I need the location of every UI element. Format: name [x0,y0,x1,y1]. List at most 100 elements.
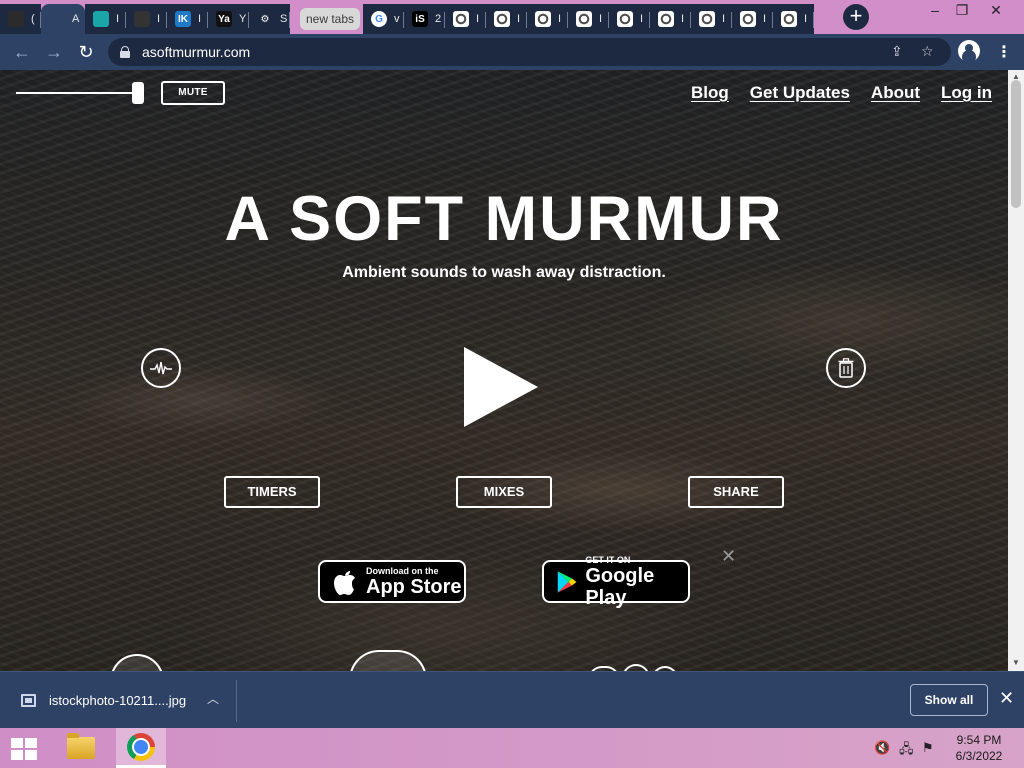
waveform-icon [150,361,172,375]
download-filename[interactable]: istockphoto-10211....jpg [49,693,186,708]
address-bar[interactable]: asoftmurmur.com ⇪ ☆ [108,38,951,66]
tab-6[interactable]: ⚙ S [249,4,290,34]
site-nav: Blog Get Updates About Log in [691,83,992,103]
tab-group-chip[interactable]: new tabs [300,8,361,30]
reload-button[interactable]: ↻ [70,36,102,68]
minimize-button[interactable]: – [920,0,950,22]
sound-icon-thunder[interactable] [349,650,427,671]
windows-taskbar: 🔇 🖧 ⚑ 9:54 PM 6/3/2022 [0,728,1024,768]
google-play-big-text: Google Play [585,564,655,609]
tab-0[interactable]: ( [0,4,41,34]
back-button[interactable]: ← [6,36,38,68]
file-explorer-button[interactable] [56,728,106,768]
nav-link-about[interactable]: About [871,83,920,103]
close-window-button[interactable]: ✕ [981,0,1011,22]
tab-2[interactable]: I [85,4,126,34]
tab-title: I [599,13,603,25]
group-tab-8[interactable]: I [691,4,733,34]
speaker-muted-icon[interactable]: 🔇 [874,740,890,756]
tab-1[interactable]: A✕ [41,4,85,34]
forward-button[interactable]: → [38,36,70,68]
apple-logo-icon [334,570,355,595]
url-text: asoftmurmur.com [142,44,251,60]
tab-title: I [116,13,120,25]
close-shelf-icon[interactable]: ✕ [999,688,1014,709]
google-play-icon [557,570,577,593]
group-tab-9[interactable]: I [732,4,774,34]
group-tab-3[interactable]: I [486,4,528,34]
tab-separator [813,12,815,28]
group-tab-1[interactable]: iS 2 [404,4,446,34]
yale-icon: Ya [216,11,232,27]
chevron-up-icon[interactable]: ︿ [207,690,219,707]
download-shelf: istockphoto-10211....jpg ︿ Show all ✕ [0,671,1024,728]
trash-button[interactable] [826,348,866,388]
volume-slider-knob[interactable] [132,82,144,104]
nav-link-blog[interactable]: Blog [691,83,729,103]
group-tab-6[interactable]: I [609,4,651,34]
tab-title: S [280,13,288,25]
reload-icon: ↻ [78,41,94,62]
chrome-taskbar-button[interactable] [116,728,166,768]
clock-time: 9:54 PM [956,733,1002,747]
windows-start-icon[interactable] [11,738,37,760]
app-store-big-text: App Store [366,575,462,598]
share-button[interactable]: SHARE [688,476,784,508]
group-tab-0[interactable]: Gv [363,4,405,34]
chrome-icon [494,11,511,27]
chrome-icon [699,11,716,27]
tab-title: I [558,13,562,25]
scroll-down-icon[interactable]: ▼ [1012,658,1020,667]
trash-icon [838,358,854,378]
frame-icon [134,11,150,27]
chrome-icon [576,11,593,27]
sound-icon-rain[interactable] [110,654,164,671]
mute-button[interactable]: MUTE [161,81,225,105]
profile-avatar-icon[interactable] [958,40,980,62]
site-tagline: Ambient sounds to wash away distraction. [342,264,666,281]
sound-icon-waves-2 [622,664,650,671]
google-play-badge[interactable]: GET IT ON Google Play [542,555,690,609]
tab-3[interactable]: I [126,4,167,34]
nav-link-get-updates[interactable]: Get Updates [750,83,850,103]
tab-5[interactable]: Ya Y [208,4,249,34]
scrollbar-thumb[interactable] [1011,80,1021,208]
forward-arrow-icon: → [45,41,63,62]
tab-title: A [72,13,80,25]
share-page-icon[interactable]: ⇪ [891,43,903,60]
close-badges-icon[interactable]: ✕ [721,546,736,567]
group-tab-5[interactable]: I [568,4,610,34]
ik-icon: IK [175,11,191,27]
bookmark-star-icon[interactable]: ☆ [921,43,934,60]
new-tab-button[interactable]: + [843,4,869,30]
volume-slider[interactable] [16,92,136,94]
tab-title: 2 [435,13,442,25]
timers-button[interactable]: TIMERS [224,476,320,508]
group-tab-2[interactable]: I [445,4,487,34]
tab-title: I [763,13,767,25]
mixes-button[interactable]: MIXES [456,476,552,508]
nav-link-log-in[interactable]: Log in [941,83,992,103]
waveform-button[interactable] [141,348,181,388]
action-center-flag-icon[interactable]: ⚑ [922,740,934,756]
play-button[interactable] [464,347,538,427]
tab-list: (A✕IIIKIYaY⚙S [0,0,290,34]
restore-button[interactable]: ❐ [947,0,977,22]
taskbar-clock[interactable]: 9:54 PM 6/3/2022 [946,732,1012,764]
network-icon[interactable]: 🖧 [899,740,914,762]
group-tab-4[interactable]: I [527,4,569,34]
tab-title: I [804,13,808,25]
tab-separator [289,12,290,28]
show-all-button[interactable]: Show all [910,684,988,716]
pattern-icon [93,11,109,27]
tab-title: v [394,13,400,25]
group-tab-7[interactable]: I [650,4,692,34]
figma-like-icon [8,11,24,27]
chrome-icon [658,11,675,27]
tab-4[interactable]: IK I [167,4,208,34]
browser-menu-icon[interactable]: ⋮ [996,42,1012,62]
page-scrollbar[interactable]: ▲ ▼ [1008,70,1024,671]
group-tab-10[interactable]: I [773,4,815,34]
tab-strip: (A✕IIIKIYaY⚙S new tabs GviS2IIIIIIIII + … [0,0,1024,34]
app-store-badge[interactable]: Download on the App Store [318,560,466,603]
